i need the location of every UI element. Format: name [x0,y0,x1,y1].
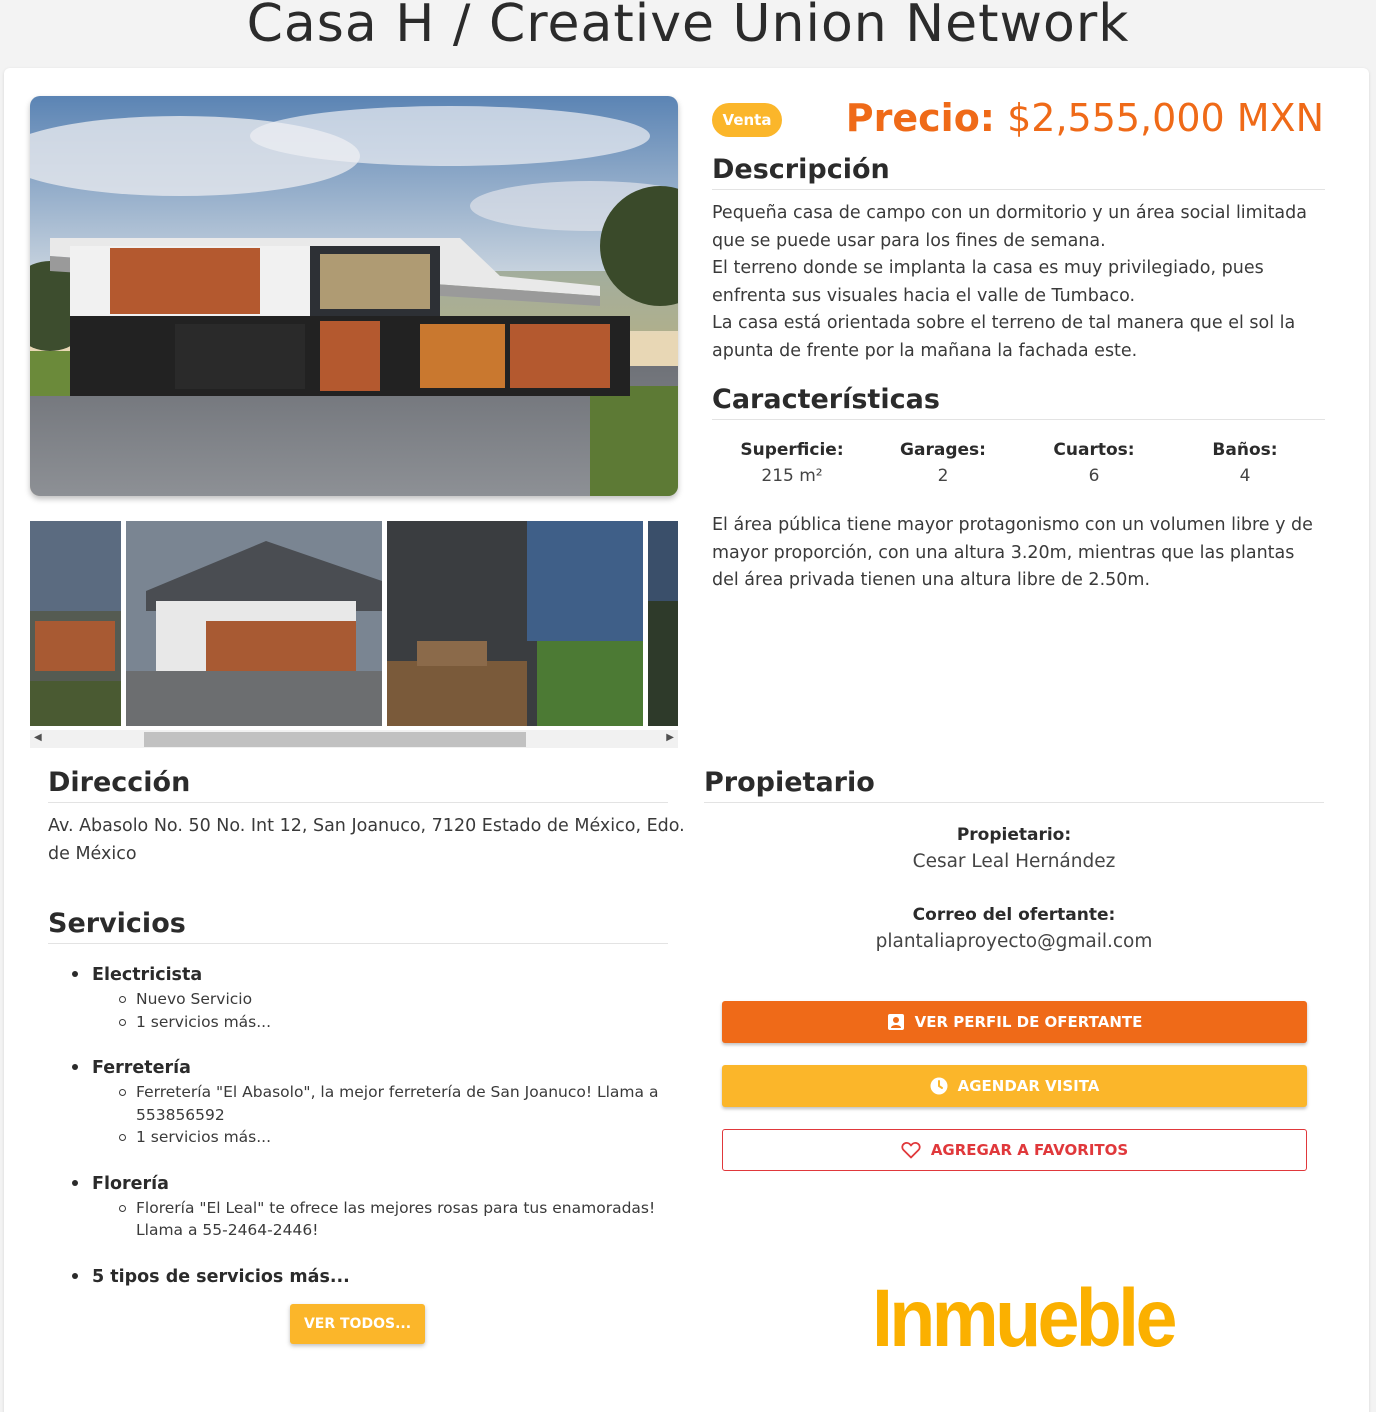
feature-label: Garages: [900,440,986,460]
scroll-left-arrow-icon[interactable]: ◀ [34,732,42,743]
clock-icon [930,1077,948,1095]
page-title: Casa H / Creative Union Network [246,0,1130,54]
thumbnail-strip[interactable] [30,521,678,726]
service-item-text: Ferretería "El Abasolo", la mejor ferret… [136,1083,659,1124]
bullet-icon [72,1179,78,1186]
service-category: Florería Florería "El Leal" te ofrece la… [48,1171,668,1242]
address-line: de México [48,843,137,864]
main-property-photo[interactable] [30,96,678,496]
thumbnail-2[interactable] [126,521,382,726]
description-line: La casa está orientada sobre el terreno … [712,313,1296,333]
owner-label: Propietario: [956,825,1072,845]
thumbnail-1[interactable] [30,521,121,726]
feature-rooms: Cuartos: 6 [1019,440,1169,486]
circle-bullet-icon [119,1089,126,1096]
heart-outline-icon [901,1142,921,1159]
price-label: Precio: [845,96,995,140]
listing-type-badge: Venta [712,103,782,137]
circle-bullet-icon [119,996,126,1003]
view-owner-profile-label: VER PERFIL DE OFERTANTE [914,1013,1143,1031]
feature-label: Cuartos: [1053,440,1135,460]
add-to-favorites-label: AGREGAR A FAVORITOS [930,1141,1129,1159]
service-category-name: 5 tipos de servicios más... [92,1266,350,1287]
address-line: Av. Abasolo No. 50 No. Int 12, San Joanu… [48,816,685,836]
bullet-icon [72,1272,78,1279]
features-note-line: El área pública tiene mayor protagonismo… [712,515,1313,535]
owner-email[interactable]: plantaliaproyecto@gmail.com [704,931,1324,952]
description-line: apunta de frente por la mañana la fachad… [712,340,1138,361]
bullet-icon [72,971,78,977]
service-item-text: 1 servicios más... [136,1128,272,1146]
feature-value: 4 [1239,466,1251,486]
owner-name-block: Propietario: Cesar Leal Hernández [704,825,1324,872]
service-category-name: Florería [92,1173,169,1194]
features-heading: Características [712,384,1325,420]
circle-bullet-icon [119,1204,126,1212]
feature-label: Baños: [1212,440,1278,460]
feature-value: 215 m² [761,466,823,486]
circle-bullet-icon [119,1134,126,1141]
schedule-visit-button[interactable]: AGENDAR VISITA [722,1065,1307,1107]
email-label: Correo del ofertante: [912,905,1116,925]
service-category-name: Ferretería [92,1058,191,1078]
service-category-more: 5 tipos de servicios más... [48,1264,668,1290]
feature-value: 6 [1088,466,1100,486]
feature-surface: Superficie: 215 m² [717,440,867,486]
description-heading: Descripción [712,154,1325,190]
schedule-visit-label: AGENDAR VISITA [957,1077,1100,1095]
view-owner-profile-button[interactable]: VER PERFIL DE OFERTANTE [722,1001,1307,1043]
feature-bathrooms: Baños: 4 [1170,440,1320,486]
price: Precio: $2,555,000 MXN [846,96,1324,140]
thumbnail-4[interactable] [648,521,678,726]
service-more[interactable]: 1 servicios más... [92,1011,668,1034]
owner-heading: Propietario [704,767,1324,803]
service-category-name: Electricista [92,965,203,985]
feature-label: Superficie: [740,440,844,460]
owner-name: Cesar Leal Hernández [912,851,1116,872]
price-value: $2,555,000 MXN [1007,96,1324,140]
owner-email-block: Correo del ofertante: plantaliaproyecto@… [704,905,1324,952]
account-box-icon [887,1014,904,1030]
scrollbar-thumb[interactable] [144,732,526,747]
service-item-text: 1 servicios más... [136,1012,272,1031]
scroll-right-arrow-icon[interactable]: ▶ [666,732,674,743]
description-line: El terreno donde se implanta la casa es … [712,258,1264,278]
circle-bullet-icon [119,1018,126,1026]
description-line: Pequeña casa de campo con un dormitorio … [712,203,1307,223]
service-item-text: Florería "El Leal" te ofrece las mejores… [136,1198,656,1240]
service-more[interactable]: 1 servicios más... [92,1126,668,1149]
house-photo-image [30,96,678,496]
view-all-services-button[interactable]: VER TODOS... [290,1304,425,1344]
service-item: Florería "El Leal" te ofrece las mejores… [92,1197,668,1242]
service-category: Ferretería Ferretería "El Abasolo", la m… [48,1055,668,1149]
description-line: enfrenta sus visuales hacia el valle de … [712,285,1136,306]
address-heading: Dirección [48,767,668,803]
bullet-icon [72,1064,78,1070]
services-heading: Servicios [48,908,668,944]
service-category: Electricista Nuevo Servicio 1 servicios … [48,962,668,1033]
service-item-text: Nuevo Servicio [136,990,253,1008]
service-item: Ferretería "El Abasolo", la mejor ferret… [92,1081,668,1126]
thumbnail-3[interactable] [387,521,643,726]
description-text: Pequeña casa de campo con un dormitorio … [712,200,1342,365]
address-text: Av. Abasolo No. 50 No. Int 12, San Joanu… [48,813,688,868]
inmueble-logo: Inmueble [872,1273,1177,1364]
features-note-line: mayor proporción, con una altura 3.20m, … [712,542,1295,563]
services-list: Electricista Nuevo Servicio 1 servicios … [48,962,668,1312]
features-note: El área pública tiene mayor protagonismo… [712,512,1342,595]
feature-value: 2 [937,466,949,486]
service-item: Nuevo Servicio [92,988,668,1011]
add-to-favorites-button[interactable]: AGREGAR A FAVORITOS [722,1129,1307,1171]
feature-garages: Garages: 2 [868,440,1018,486]
features-note-line: del área privada tienen una altura libre… [712,570,1151,590]
description-line: que se puede usar para los fines de sema… [712,230,1106,251]
thumbnail-scrollbar[interactable]: ◀ ▶ [30,730,678,748]
